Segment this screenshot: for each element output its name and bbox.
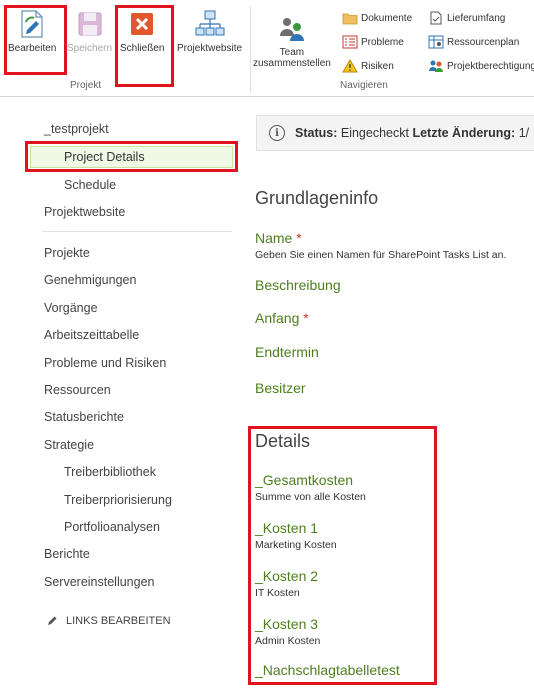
required-mark: * — [303, 310, 309, 326]
risks-button[interactable]: Risiken — [342, 59, 394, 73]
nav-item-schedule[interactable]: Schedule — [64, 178, 116, 192]
group-label-project: Projekt — [70, 80, 102, 91]
edit-page-icon — [21, 10, 43, 38]
documents-button[interactable]: Dokumente — [342, 11, 412, 25]
cost1-label: _Kosten 1 — [255, 520, 319, 536]
owner-field-label: Besitzer — [255, 380, 306, 396]
nav-item-project-name[interactable]: _testprojekt — [44, 122, 109, 136]
start-label-text: Anfang — [255, 310, 300, 326]
deliverables-label: Lieferumfang — [447, 12, 506, 24]
permissions-label: Projektberechtigung — [447, 60, 534, 72]
issues-list-icon — [342, 35, 358, 49]
edit-links-button[interactable]: LINKS BEARBEITEN — [46, 615, 171, 627]
edit-button[interactable]: Bearbeiten — [8, 8, 56, 54]
name-field-description: Geben Sie einen Namen für SharePoint Tas… — [255, 249, 507, 261]
info-icon: i — [269, 125, 285, 141]
edit-label: Bearbeiten — [8, 43, 57, 54]
project-site-button[interactable]: Projektwebsite — [177, 8, 242, 54]
resource-plan-button[interactable]: Ressourcenplan — [428, 35, 519, 49]
ribbon: Bearbeiten Speichern Schließen Projektwe… — [0, 0, 534, 97]
nav-item-reports[interactable]: Berichte — [44, 547, 90, 561]
pencil-icon — [48, 616, 57, 625]
nav-item-resources[interactable]: Ressourcen — [44, 383, 111, 397]
save-button[interactable]: Speichern — [67, 8, 112, 54]
start-field-label: Anfang * — [255, 310, 309, 326]
permissions-button[interactable]: Projektberechtigung — [428, 59, 534, 73]
cost2-label: _Kosten 2 — [255, 568, 319, 584]
team-icon — [279, 18, 304, 41]
people-icon — [429, 60, 443, 72]
project-site-label: Projektwebsite — [177, 43, 243, 54]
folder-icon — [342, 13, 358, 25]
resource-plan-label: Ressourcenplan — [447, 36, 520, 48]
group-label-navigate: Navigieren — [340, 80, 388, 91]
name-label-text: Name — [255, 230, 293, 246]
nav-item-project-site[interactable]: Projektwebsite — [44, 205, 125, 219]
nav-item-project-details[interactable]: Project Details — [64, 150, 145, 164]
end-field-label: Endtermin — [255, 344, 319, 360]
nav-item-server-settings[interactable]: Servereinstellungen — [44, 575, 155, 589]
documents-label: Dokumente — [361, 12, 413, 24]
last-change-value: 1/ — [518, 126, 530, 140]
nav-item-portfolio-analyses[interactable]: Portfolioanalysen — [64, 520, 160, 534]
name-field-label: Name * — [255, 230, 302, 246]
total-costs-label: _Gesamtkosten — [255, 472, 354, 488]
risks-label: Risiken — [361, 60, 394, 72]
resource-plan-icon — [428, 35, 444, 49]
nav-item-tasks[interactable]: Vorgänge — [44, 301, 98, 315]
required-mark: * — [296, 230, 302, 246]
close-icon — [131, 13, 154, 35]
deliverables-icon — [430, 11, 442, 25]
issues-label: Probleme — [361, 36, 404, 48]
save-label: Speichern — [67, 43, 113, 54]
nav-item-approvals[interactable]: Genehmigungen — [44, 273, 136, 287]
nav-divider — [42, 231, 232, 232]
deliverables-button[interactable]: Lieferumfang — [428, 11, 505, 25]
nav-item-status-reports[interactable]: Statusberichte — [44, 410, 124, 424]
close-button[interactable]: Schließen — [120, 8, 164, 54]
lookup-table-label: _Nachschlagtabelletest — [255, 662, 400, 678]
basic-info-title: Grundlageninfo — [255, 188, 379, 208]
status-bar: i Status: Eingecheckt Letzte Änderung: 1… — [256, 115, 534, 151]
last-change-label: Letzte Änderung: — [412, 126, 516, 140]
total-costs-description: Summe von alle Kosten — [255, 491, 366, 503]
nav-item-strategy[interactable]: Strategie — [44, 438, 94, 452]
warning-icon — [342, 59, 358, 73]
build-team-label-1: Team — [279, 47, 305, 58]
edit-links-label: LINKS BEARBEITEN — [66, 615, 171, 627]
details-title: Details — [255, 431, 311, 451]
save-icon — [78, 12, 102, 36]
nav-item-driver-prioritization[interactable]: Treiberpriorisierung — [64, 493, 172, 507]
nav-item-driver-library[interactable]: Treiberbibliothek — [64, 465, 156, 479]
nav-item-projects[interactable]: Projekte — [44, 246, 90, 260]
cost2-description: IT Kosten — [255, 587, 300, 599]
build-team-button[interactable]: Team zusammenstellen — [253, 14, 331, 69]
group-separator — [250, 6, 251, 92]
description-field-label: Beschreibung — [255, 277, 341, 293]
cost1-description: Marketing Kosten — [255, 539, 337, 551]
sitemap-icon — [195, 10, 225, 36]
status-value: Eingecheckt — [340, 126, 409, 140]
nav-item-timesheet[interactable]: Arbeitszeittabelle — [44, 328, 139, 342]
nav-item-issues-risks[interactable]: Probleme und Risiken — [44, 356, 166, 370]
cost3-description: Admin Kosten — [255, 635, 321, 647]
issues-button[interactable]: Probleme — [342, 35, 404, 49]
cost3-label: _Kosten 3 — [255, 616, 319, 632]
status-label: Status: — [295, 126, 338, 140]
close-label: Schließen — [120, 43, 165, 54]
build-team-label-2: zusammenstellen — [253, 58, 331, 69]
